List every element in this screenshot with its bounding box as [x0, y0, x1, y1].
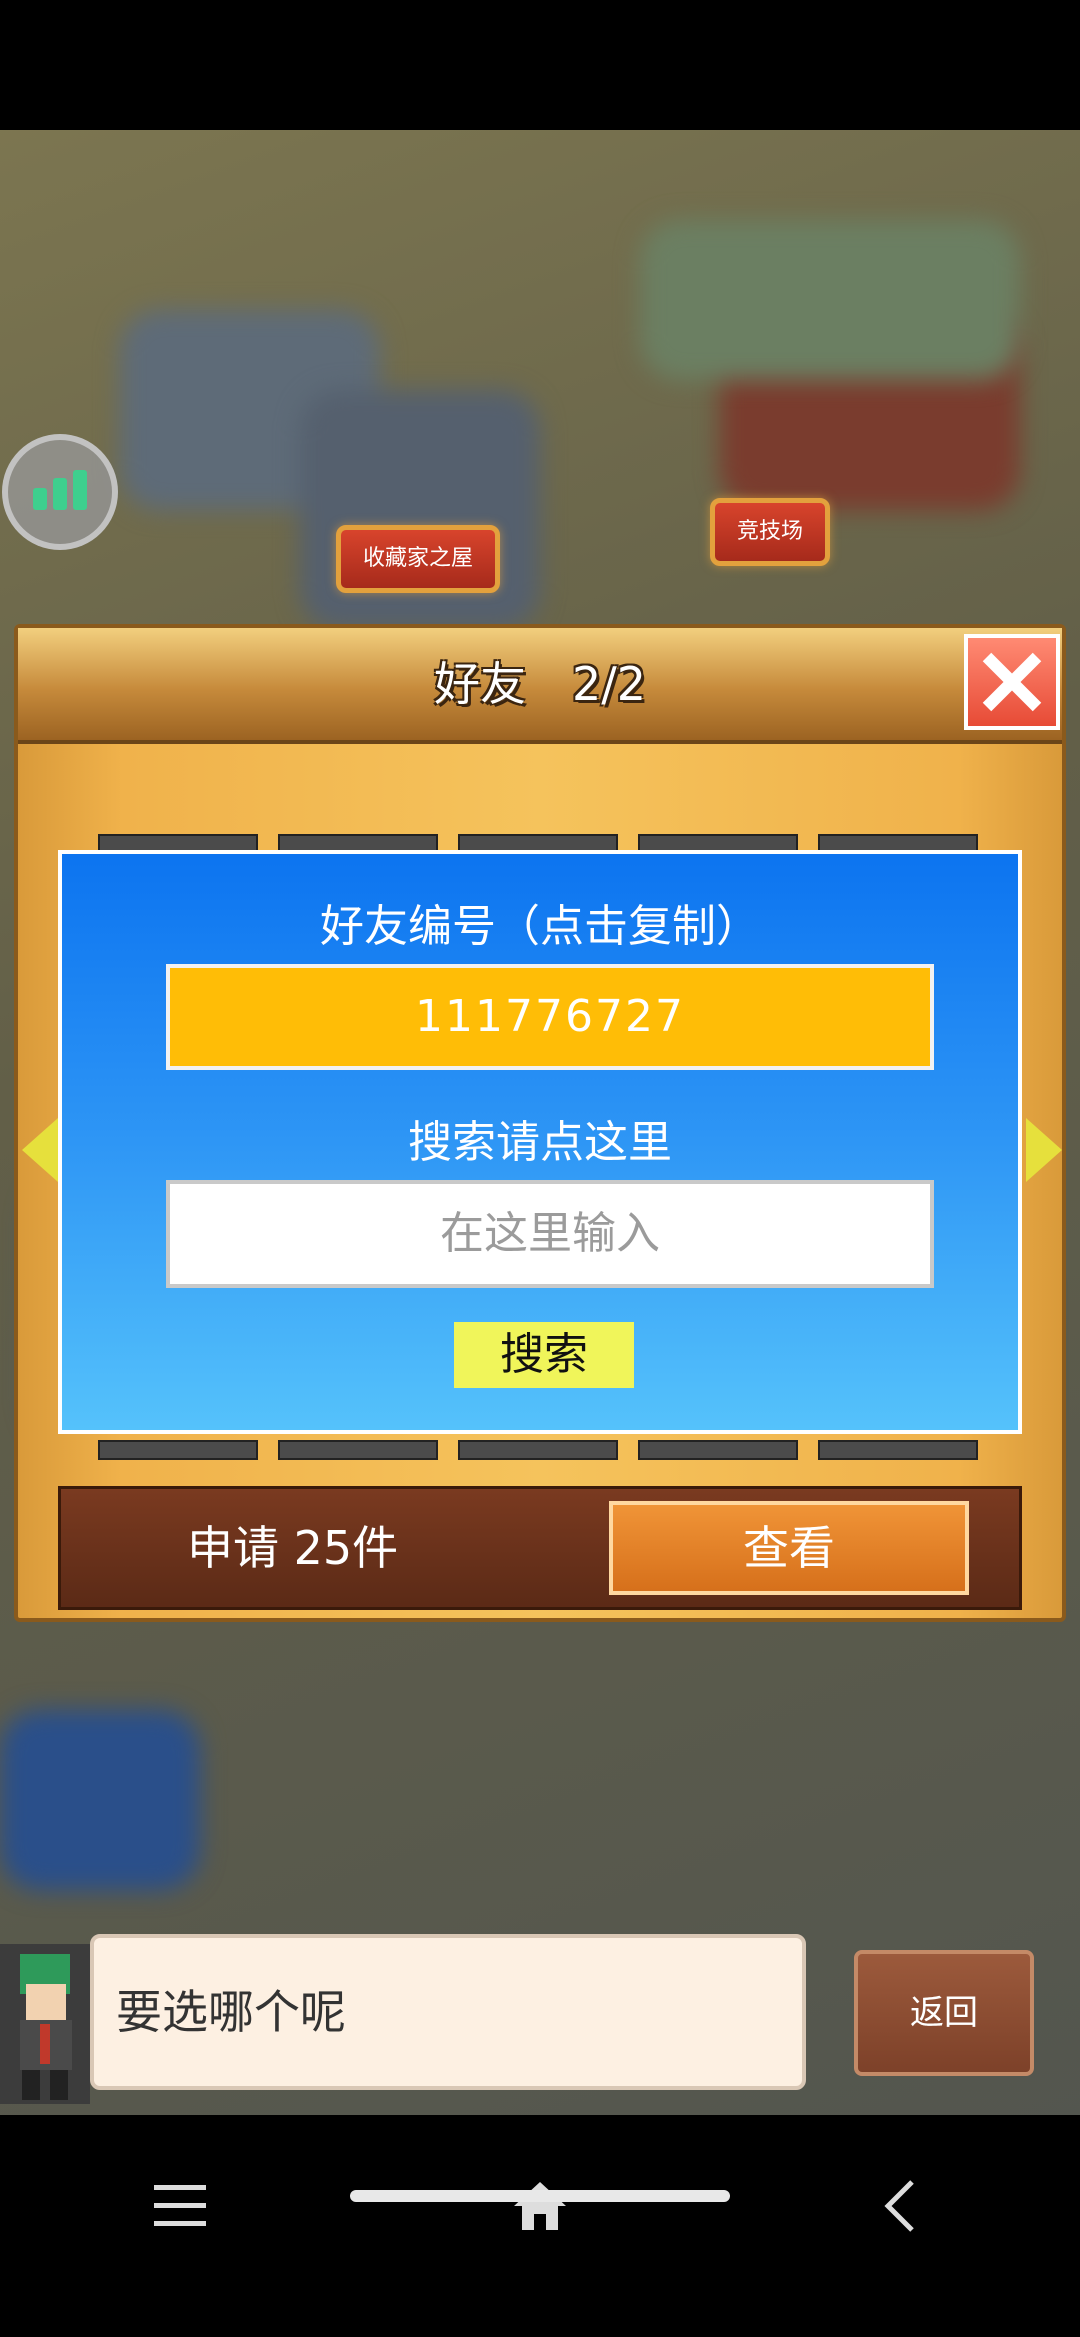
requests-bar: 申请 25件 查看 — [58, 1486, 1022, 1610]
menu-nav-button[interactable] — [130, 2161, 230, 2251]
map-label-arena[interactable]: 竞技场 — [710, 498, 831, 566]
view-requests-button[interactable]: 查看 — [609, 1501, 969, 1595]
system-nav-bar — [0, 2115, 1080, 2337]
status-bar — [0, 0, 1080, 130]
stats-button[interactable] — [2, 434, 118, 550]
search-button[interactable]: 搜索 — [454, 1322, 634, 1388]
menu-icon — [154, 2185, 206, 2226]
chevron-left-icon — [884, 2180, 914, 2232]
back-nav-button[interactable] — [850, 2161, 950, 2251]
next-page-arrow-icon[interactable] — [1026, 1118, 1062, 1182]
friend-id-label: 好友编号（点击复制） — [320, 901, 760, 952]
tab-strip-bottom — [58, 1440, 1022, 1460]
home-icon — [514, 2182, 566, 2230]
character-avatar — [0, 1944, 90, 2104]
speech-text: 要选哪个呢 — [116, 1985, 346, 2039]
bar-chart-icon — [30, 470, 90, 514]
home-indicator[interactable] — [350, 2190, 730, 2202]
panel-title: 好友 2/2 — [433, 657, 647, 711]
requests-count-label: 申请 25件 — [187, 1521, 399, 1575]
close-button[interactable] — [964, 634, 1060, 730]
home-nav-button[interactable] — [490, 2161, 590, 2251]
speech-bubble: 要选哪个呢 — [90, 1934, 806, 2090]
close-icon — [982, 652, 1042, 712]
friend-id-copy-button[interactable]: 111776727 — [166, 964, 934, 1070]
friend-search-card: 好友编号（点击复制） 111776727 搜索请点这里 在这里输入 搜索 — [58, 850, 1022, 1434]
map-label-collectors-house[interactable]: 收藏家之屋 — [336, 525, 501, 593]
search-input[interactable]: 在这里输入 — [166, 1180, 934, 1288]
search-label: 搜索请点这里 — [408, 1117, 672, 1168]
previous-page-arrow-icon[interactable] — [22, 1118, 58, 1182]
back-button[interactable]: 返回 — [854, 1950, 1034, 2076]
